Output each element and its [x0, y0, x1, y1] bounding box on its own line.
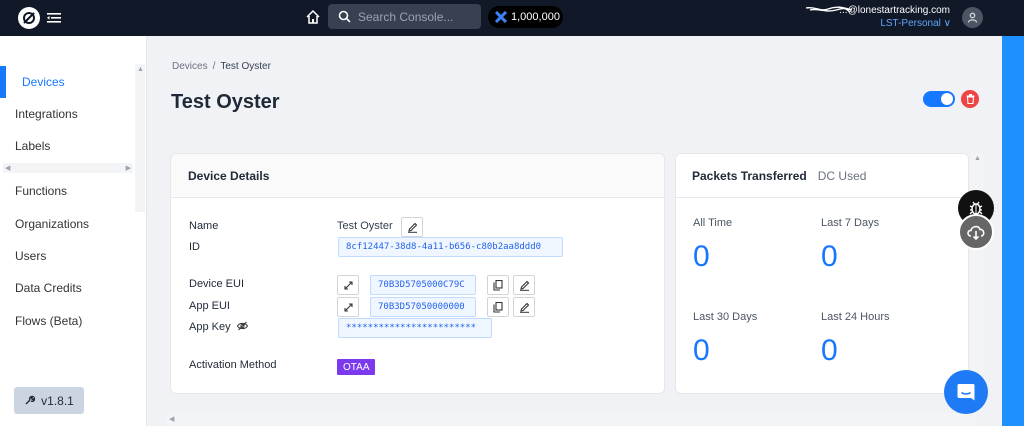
copy-icon — [493, 301, 503, 313]
stat-last-30-days-value: 0 — [693, 334, 710, 367]
packets-card: Packets Transferred DC Used All Time 0 L… — [675, 153, 969, 394]
sidebar-item-devices[interactable]: Devices — [0, 67, 130, 97]
expand-device-eui-button[interactable] — [337, 275, 359, 295]
sidebar-horizontal-scrollbar[interactable]: ◀ ▶ — [3, 163, 133, 173]
cloud-download-icon — [967, 225, 985, 240]
main-content: Devices / Test Oyster Test Oyster Device D… — [148, 36, 1002, 426]
wrench-icon — [25, 395, 36, 405]
activation-method-label: Activation Method — [189, 359, 277, 371]
user-email[interactable]: ...@lonestartracking.com — [839, 5, 950, 16]
packets-tabs: Packets Transferred DC Used — [676, 154, 968, 198]
scroll-up-icon[interactable]: ▲ — [137, 66, 144, 73]
sidebar-item-data-credits[interactable]: Data Credits — [0, 273, 130, 303]
org-switcher[interactable]: LST-Personal ∨ — [880, 18, 951, 29]
app-eui-value[interactable]: 70B3D57050000000 — [370, 297, 476, 317]
expand-icon — [343, 302, 353, 312]
eye-off-icon[interactable] — [236, 321, 248, 331]
stat-all-time-label: All Time — [693, 217, 733, 229]
app-key-label-text: App Key — [189, 321, 231, 333]
search-input[interactable] — [358, 4, 476, 29]
edit-icon — [519, 280, 529, 291]
version-badge[interactable]: v1.8.1 — [14, 387, 84, 414]
device-id-value[interactable]: 8cf12447-38d8-4a11-b656-c80b2aa8ddd0 — [338, 237, 563, 257]
device-eui-label: Device EUI — [189, 278, 245, 290]
sidebar-item-organizations[interactable]: Organizations — [0, 209, 130, 239]
logo-icon[interactable] — [18, 7, 40, 29]
edit-app-eui-button[interactable] — [513, 297, 535, 317]
app-key-label: App Key — [189, 321, 248, 333]
sidebar: Devices Integrations Labels Functions Or… — [0, 36, 147, 426]
download-button[interactable] — [958, 214, 994, 250]
main-vertical-scrollbar[interactable]: ▲ — [971, 153, 985, 375]
delete-device-button[interactable] — [961, 90, 979, 108]
chat-button[interactable] — [944, 370, 988, 414]
sidebar-item-integrations[interactable]: Integrations — [0, 99, 130, 129]
sidebar-item-labels[interactable]: Labels — [0, 131, 130, 161]
stat-last-30-days-label: Last 30 Days — [693, 311, 758, 323]
stat-last-24-hours-label: Last 24 Hours — [821, 311, 890, 323]
dc-icon — [495, 11, 507, 23]
dc-balance-value: 1,000,000 — [511, 11, 560, 23]
sidebar-item-flows[interactable]: Flows (Beta) — [0, 306, 130, 336]
scroll-left-icon[interactable]: ◀ — [5, 164, 10, 172]
home-icon[interactable] — [305, 9, 321, 25]
search-bar[interactable] — [328, 4, 481, 29]
expand-app-eui-button[interactable] — [337, 297, 359, 317]
app-key-value[interactable]: ************************ — [338, 318, 492, 338]
name-label: Name — [189, 220, 219, 232]
breadcrumb-separator: / — [212, 61, 216, 72]
name-value: Test Oyster — [337, 220, 393, 232]
chat-icon — [957, 384, 975, 401]
breadcrumb: Devices / Test Oyster — [172, 61, 271, 72]
edit-icon — [519, 302, 529, 313]
device-details-title: Device Details — [171, 154, 664, 198]
id-label: ID — [189, 241, 200, 253]
sidebar-vertical-scrollbar[interactable]: ▲ — [135, 64, 145, 212]
stat-last-7-days-value: 0 — [821, 240, 838, 273]
expand-icon — [343, 280, 353, 290]
toggle-knob — [941, 93, 953, 105]
trash-icon — [966, 94, 974, 104]
edit-device-eui-button[interactable] — [513, 275, 535, 295]
stat-all-time-value: 0 — [693, 240, 710, 273]
menu-icon[interactable] — [47, 11, 61, 25]
activation-method-badge: OTAA — [337, 359, 376, 375]
edit-name-button[interactable] — [401, 217, 423, 237]
breadcrumb-current: Test Oyster — [220, 61, 271, 72]
page-title: Test Oyster — [171, 91, 280, 113]
right-edge-panel — [1002, 36, 1024, 426]
scroll-left-icon[interactable]: ◀ — [169, 415, 174, 423]
breadcrumb-devices[interactable]: Devices — [172, 61, 208, 72]
copy-device-eui-button[interactable] — [487, 275, 509, 295]
copy-app-eui-button[interactable] — [487, 297, 509, 317]
version-label: v1.8.1 — [41, 393, 74, 408]
sidebar-item-users[interactable]: Users — [0, 241, 130, 271]
device-eui-value[interactable]: 70B3D5705000C79C — [370, 275, 476, 295]
search-icon — [338, 10, 351, 23]
copy-icon — [493, 279, 503, 291]
tab-packets-transferred[interactable]: Packets Transferred — [692, 169, 807, 183]
app-eui-label: App EUI — [189, 300, 230, 312]
stat-last-7-days-label: Last 7 Days — [821, 217, 880, 229]
top-bar: 1,000,000 ...@lonestartracking.com LST-P… — [0, 0, 1024, 36]
scroll-up-icon[interactable]: ▲ — [974, 155, 981, 162]
sidebar-item-functions[interactable]: Functions — [0, 176, 130, 206]
scroll-right-icon[interactable]: ▶ — [126, 164, 131, 172]
edit-icon — [407, 222, 417, 233]
stat-last-24-hours-value: 0 — [821, 334, 838, 367]
device-details-card: Device Details Name Test Oyster ID 8cf12… — [170, 153, 665, 394]
device-active-toggle[interactable] — [923, 91, 955, 107]
tab-dc-used[interactable]: DC Used — [818, 169, 867, 183]
dc-balance-badge[interactable]: 1,000,000 — [488, 6, 563, 28]
avatar-icon[interactable] — [962, 7, 983, 28]
main-horizontal-scrollbar[interactable]: ◀ — [166, 413, 976, 425]
